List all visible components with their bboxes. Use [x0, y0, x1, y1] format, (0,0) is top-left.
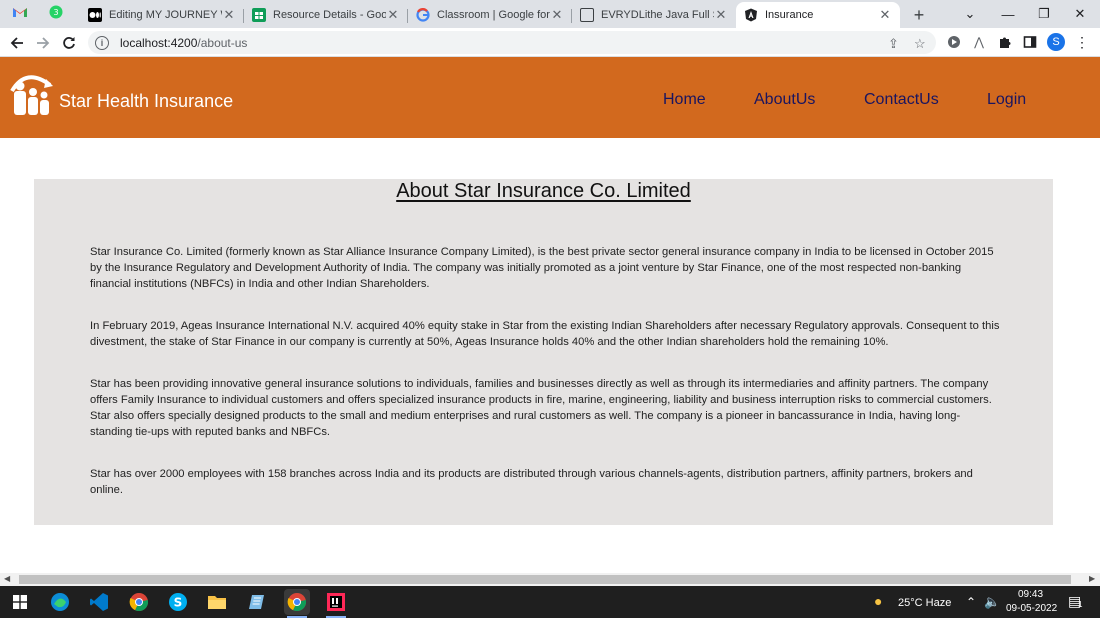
url-text: localhost:4200/about-us	[120, 35, 248, 50]
puzzle-icon[interactable]	[996, 33, 1014, 51]
tab-classroom[interactable]: Classroom | Google for Ed ✕	[408, 2, 572, 28]
volume-icon[interactable]: 🔈	[984, 594, 1000, 610]
tab-editing-journey[interactable]: Editing MY JOURNEY WITH ✕	[80, 2, 244, 28]
family-logo-icon[interactable]	[6, 69, 58, 117]
menu-icon[interactable]: ⋮	[1073, 33, 1091, 51]
clock-date[interactable]: 09-05-2022	[1006, 603, 1057, 614]
tab-title: Editing MY JOURNEY WITH	[109, 9, 222, 21]
browser-toolbar: i localhost:4200/about-us ⇪ ☆ ⋀ S ⋮	[0, 28, 1100, 57]
intellij-icon[interactable]	[323, 589, 349, 618]
nav-home-link[interactable]: Home	[663, 91, 706, 109]
share-icon[interactable]: ⇪	[888, 36, 899, 52]
minimize-button[interactable]: —	[990, 0, 1026, 28]
chevron-up-icon[interactable]: ⌃	[966, 595, 976, 609]
medium-icon	[88, 8, 102, 22]
close-icon[interactable]: ✕	[386, 7, 400, 23]
notepad-icon[interactable]	[244, 589, 270, 615]
windows-start-icon[interactable]	[7, 589, 33, 615]
brand-title[interactable]: Star Health Insurance	[59, 91, 233, 112]
tab-title: EVRYDLithe Java Full Stack	[601, 9, 714, 21]
forward-button[interactable]	[32, 32, 54, 54]
tab-whatsapp[interactable]: 3	[46, 0, 66, 28]
page-title: About Star Insurance Co. Limited	[396, 180, 691, 202]
tab-title: Resource Details - Google	[273, 9, 386, 21]
notification-count: 1	[1078, 600, 1083, 609]
doc-icon	[580, 8, 594, 22]
arrow-right-icon	[37, 37, 50, 49]
bookmark-star-icon[interactable]: ☆	[914, 36, 926, 52]
nav-contactus-link[interactable]: ContactUs	[864, 91, 939, 109]
close-icon[interactable]: ✕	[550, 7, 564, 23]
nav-login-link[interactable]: Login	[987, 91, 1026, 109]
close-icon[interactable]: ✕	[714, 7, 728, 23]
tab-gmail[interactable]	[10, 0, 30, 28]
restore-button[interactable]: ❐	[1026, 0, 1062, 28]
angular-icon	[744, 8, 758, 22]
extension-icon[interactable]	[945, 33, 963, 51]
chrome-active-icon[interactable]	[284, 589, 310, 618]
sheets-icon	[252, 8, 266, 22]
app-header: Star Health Insurance Home AboutUs Conta…	[0, 57, 1100, 138]
close-window-button[interactable]: ✕	[1062, 0, 1098, 28]
tab-title: Insurance	[765, 9, 814, 21]
tab-strip: 3 Editing MY JOURNEY WITH ✕ Resource Det…	[0, 0, 1100, 28]
close-icon[interactable]: ✕	[222, 7, 236, 23]
scrollbar-thumb[interactable]	[19, 575, 1071, 584]
arrow-left-icon	[10, 37, 23, 49]
info-icon[interactable]: i	[95, 35, 109, 50]
scroll-left-icon[interactable]: ◀	[4, 574, 10, 583]
weather-icon[interactable]: ●	[874, 593, 882, 609]
about-paragraph: Star has been providing innovative gener…	[90, 378, 992, 438]
new-tab-button[interactable]: +	[906, 2, 932, 28]
about-paragraph: In February 2019, Ageas Insurance Intern…	[90, 320, 1000, 348]
reload-button[interactable]	[58, 32, 80, 54]
svg-text:3: 3	[53, 8, 58, 17]
vscode-icon[interactable]	[86, 589, 112, 615]
about-panel: About Star Insurance Co. Limited Star In…	[34, 179, 1053, 525]
tab-resource-details[interactable]: Resource Details - Google ✕	[244, 2, 408, 28]
about-paragraph: Star has over 2000 employees with 158 br…	[90, 468, 973, 496]
extension-icon-2[interactable]: ⋀	[970, 33, 988, 51]
nav-aboutus-link[interactable]: AboutUs	[754, 91, 815, 109]
clock-time[interactable]: 09:43	[1018, 589, 1043, 600]
scroll-right-icon[interactable]: ▶	[1089, 574, 1095, 583]
weather-text[interactable]: 25°C Haze	[898, 597, 951, 609]
gmail-icon	[12, 5, 28, 23]
svg-text:S: S	[174, 596, 183, 610]
reload-icon	[63, 37, 75, 49]
skype-icon[interactable]: S	[165, 589, 191, 615]
about-paragraph: Star Insurance Co. Limited (formerly kno…	[90, 246, 994, 290]
horizontal-scrollbar[interactable]: ◀ ▶	[0, 573, 1100, 586]
profile-avatar[interactable]: S	[1047, 33, 1065, 51]
tab-java-full-stack[interactable]: EVRYDLithe Java Full Stack ✕	[572, 2, 736, 28]
google-icon	[416, 8, 430, 22]
address-bar[interactable]: i localhost:4200/about-us ⇪ ☆	[88, 31, 936, 54]
side-panel-icon[interactable]	[1021, 33, 1039, 51]
close-icon[interactable]: ✕	[878, 7, 892, 23]
file-explorer-icon[interactable]	[204, 589, 230, 615]
tab-search-button[interactable]: ⌄	[952, 0, 988, 28]
browser-window: 3 Editing MY JOURNEY WITH ✕ Resource Det…	[0, 0, 1100, 618]
back-button[interactable]	[6, 32, 28, 54]
chrome-icon[interactable]	[126, 589, 152, 615]
tab-title: Classroom | Google for Ed	[437, 9, 550, 21]
windows-taskbar: S ● 25°C Haze ⌃ 🔈 09:43 09-05-2022 ▤ 1	[0, 586, 1100, 618]
edge-icon[interactable]	[47, 589, 73, 615]
tab-insurance[interactable]: Insurance ✕	[736, 2, 900, 28]
whatsapp-icon: 3	[49, 5, 63, 24]
